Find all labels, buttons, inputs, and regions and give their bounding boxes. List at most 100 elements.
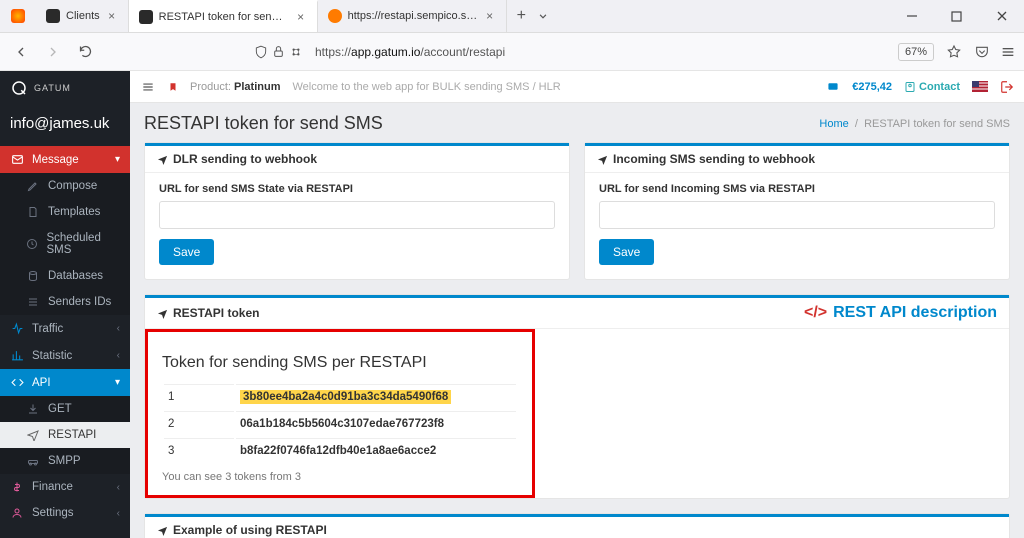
firefox-icon bbox=[11, 9, 25, 23]
sidebar-item-scheduled[interactable]: Scheduled SMS bbox=[0, 225, 130, 263]
hamburger-icon[interactable] bbox=[140, 80, 156, 94]
page-title: RESTAPI token for send SMS bbox=[144, 113, 383, 134]
url-input[interactable]: https://app.gatum.io/account/restapi bbox=[309, 45, 892, 59]
dlr-card: DLR sending to webhook URL for send SMS … bbox=[144, 142, 570, 280]
pocket-icon[interactable] bbox=[974, 44, 990, 60]
contact-link[interactable]: Contact bbox=[904, 81, 960, 93]
download-icon bbox=[26, 403, 40, 415]
sidebar-item-smpp[interactable]: SMPP bbox=[0, 448, 130, 474]
list-icon bbox=[26, 296, 40, 308]
clock-icon bbox=[26, 238, 38, 250]
save-button[interactable]: Save bbox=[599, 239, 654, 265]
sidebar-item-settings[interactable]: Settings ‹ bbox=[0, 500, 130, 526]
sidebar-item-label: Templates bbox=[48, 206, 100, 218]
permissions-icon[interactable] bbox=[289, 45, 303, 59]
sidebar-item-statistic[interactable]: Statistic ‹ bbox=[0, 342, 130, 369]
car-icon bbox=[26, 455, 40, 467]
save-button[interactable]: Save bbox=[159, 239, 214, 265]
page-header: RESTAPI token for send SMS Home / RESTAP… bbox=[130, 103, 1024, 142]
sidebar-item-label: API bbox=[32, 377, 51, 389]
new-tab-button[interactable]: + bbox=[507, 7, 536, 25]
sidebar-item-label: Message bbox=[32, 154, 79, 166]
plane-icon bbox=[157, 525, 168, 536]
forward-button[interactable] bbox=[40, 39, 66, 65]
tab-restapi-token[interactable]: RESTAPI token for send SMS × bbox=[129, 0, 318, 32]
sidebar-item-label: Statistic bbox=[32, 350, 72, 362]
minimize-button[interactable] bbox=[889, 0, 934, 33]
incoming-url-input[interactable] bbox=[599, 201, 995, 229]
logo-icon bbox=[10, 79, 28, 97]
close-icon[interactable]: × bbox=[484, 10, 496, 22]
table-row: 206a1b184c5b5604c3107edae767723f8 bbox=[164, 411, 516, 436]
chevron-left-icon: ‹ bbox=[117, 350, 120, 361]
plane-icon bbox=[26, 429, 40, 441]
sidebar-item-traffic[interactable]: Traffic ‹ bbox=[0, 315, 130, 342]
sidebar-item-label: Traffic bbox=[32, 323, 63, 335]
sidebar-item-label: RESTAPI bbox=[48, 429, 96, 441]
tab-clients[interactable]: Clients × bbox=[36, 0, 129, 32]
maximize-button[interactable] bbox=[934, 0, 979, 33]
balance-amount[interactable]: €275,42 bbox=[852, 81, 892, 93]
close-window-button[interactable] bbox=[979, 0, 1024, 33]
window-controls bbox=[889, 0, 1024, 33]
token-highlight-box: Token for sending SMS per RESTAPI 13b80e… bbox=[145, 329, 535, 498]
breadcrumb-current: RESTAPI token for send SMS bbox=[864, 118, 1010, 130]
card-title: Example of using RESTAPI bbox=[173, 523, 327, 537]
chevron-left-icon: ‹ bbox=[117, 508, 120, 519]
tab-title: https://restapi.sempico.solution bbox=[348, 10, 478, 22]
envelope-icon bbox=[10, 153, 24, 166]
url-domain: app.gatum.io bbox=[351, 45, 420, 59]
sidebar-item-compose[interactable]: Compose bbox=[0, 173, 130, 199]
token-value: 3b80ee4ba2a4c0d91ba3c34da5490f68 bbox=[240, 390, 451, 404]
plane-icon bbox=[157, 308, 168, 319]
tab-title: RESTAPI token for send SMS bbox=[159, 11, 289, 23]
sidebar-item-senders[interactable]: Senders IDs bbox=[0, 289, 130, 315]
sidebar-item-label: Settings bbox=[32, 507, 74, 519]
address-bar: https://app.gatum.io/account/restapi 67% bbox=[0, 33, 1024, 71]
table-row: 3b8fa22f0746fa12dfb40e1a8ae6acce2 bbox=[164, 438, 516, 463]
example-card: Example of using RESTAPI URL https://res… bbox=[144, 513, 1010, 538]
sidebar-item-get[interactable]: GET bbox=[0, 396, 130, 422]
sidebar-item-message[interactable]: Message ▾ bbox=[0, 146, 130, 173]
dlr-url-input[interactable] bbox=[159, 201, 555, 229]
tabs-overflow-button[interactable] bbox=[536, 9, 550, 23]
pencil-icon bbox=[26, 180, 40, 192]
close-icon[interactable]: × bbox=[295, 11, 307, 23]
tab-sempico[interactable]: https://restapi.sempico.solution × bbox=[318, 0, 507, 32]
card-title: Incoming SMS sending to webhook bbox=[613, 152, 815, 166]
sidebar-item-databases[interactable]: Databases bbox=[0, 263, 130, 289]
breadcrumb: Home / RESTAPI token for send SMS bbox=[819, 118, 1010, 130]
main-content: Product: Platinum Welcome to the web app… bbox=[130, 71, 1024, 538]
sidebar-item-label: Compose bbox=[48, 180, 97, 192]
chart-icon bbox=[10, 349, 24, 362]
breadcrumb-home[interactable]: Home bbox=[819, 118, 848, 130]
product-label: Product: Platinum bbox=[190, 81, 280, 93]
close-icon[interactable]: × bbox=[106, 10, 118, 22]
sidebar-item-finance[interactable]: Finance ‹ bbox=[0, 474, 130, 500]
flag-icon[interactable] bbox=[972, 81, 988, 92]
api-description-link[interactable]: </> REST API description bbox=[804, 304, 997, 322]
bookmark-star-icon[interactable] bbox=[946, 44, 962, 60]
reload-button[interactable] bbox=[72, 39, 98, 65]
zoom-badge[interactable]: 67% bbox=[898, 43, 934, 61]
logout-icon[interactable] bbox=[1000, 80, 1014, 94]
token-section-title: Token for sending SMS per RESTAPI bbox=[162, 354, 518, 372]
shield-icon[interactable] bbox=[254, 45, 268, 59]
tab-title: Clients bbox=[66, 10, 100, 22]
lock-icon[interactable] bbox=[272, 45, 285, 58]
app-menu-icon[interactable] bbox=[1000, 44, 1016, 60]
sidebar-item-api[interactable]: API ▾ bbox=[0, 369, 130, 396]
token-value: 06a1b184c5b5604c3107edae767723f8 bbox=[236, 411, 516, 436]
code-icon: </> bbox=[804, 304, 827, 322]
tab-favicon bbox=[328, 9, 342, 23]
back-button[interactable] bbox=[8, 39, 34, 65]
incoming-card: Incoming SMS sending to webhook URL for … bbox=[584, 142, 1010, 280]
browser-tabs-bar: Clients × RESTAPI token for send SMS × h… bbox=[0, 0, 1024, 33]
topbar: Product: Platinum Welcome to the web app… bbox=[130, 71, 1024, 103]
sidebar-item-label: Databases bbox=[48, 270, 103, 282]
chevron-left-icon: ‹ bbox=[117, 323, 120, 334]
bookmark-icon[interactable] bbox=[168, 82, 178, 92]
sidebar-item-templates[interactable]: Templates bbox=[0, 199, 130, 225]
sidebar-item-restapi[interactable]: RESTAPI bbox=[0, 422, 130, 448]
chevron-down-icon: ▾ bbox=[115, 377, 120, 388]
